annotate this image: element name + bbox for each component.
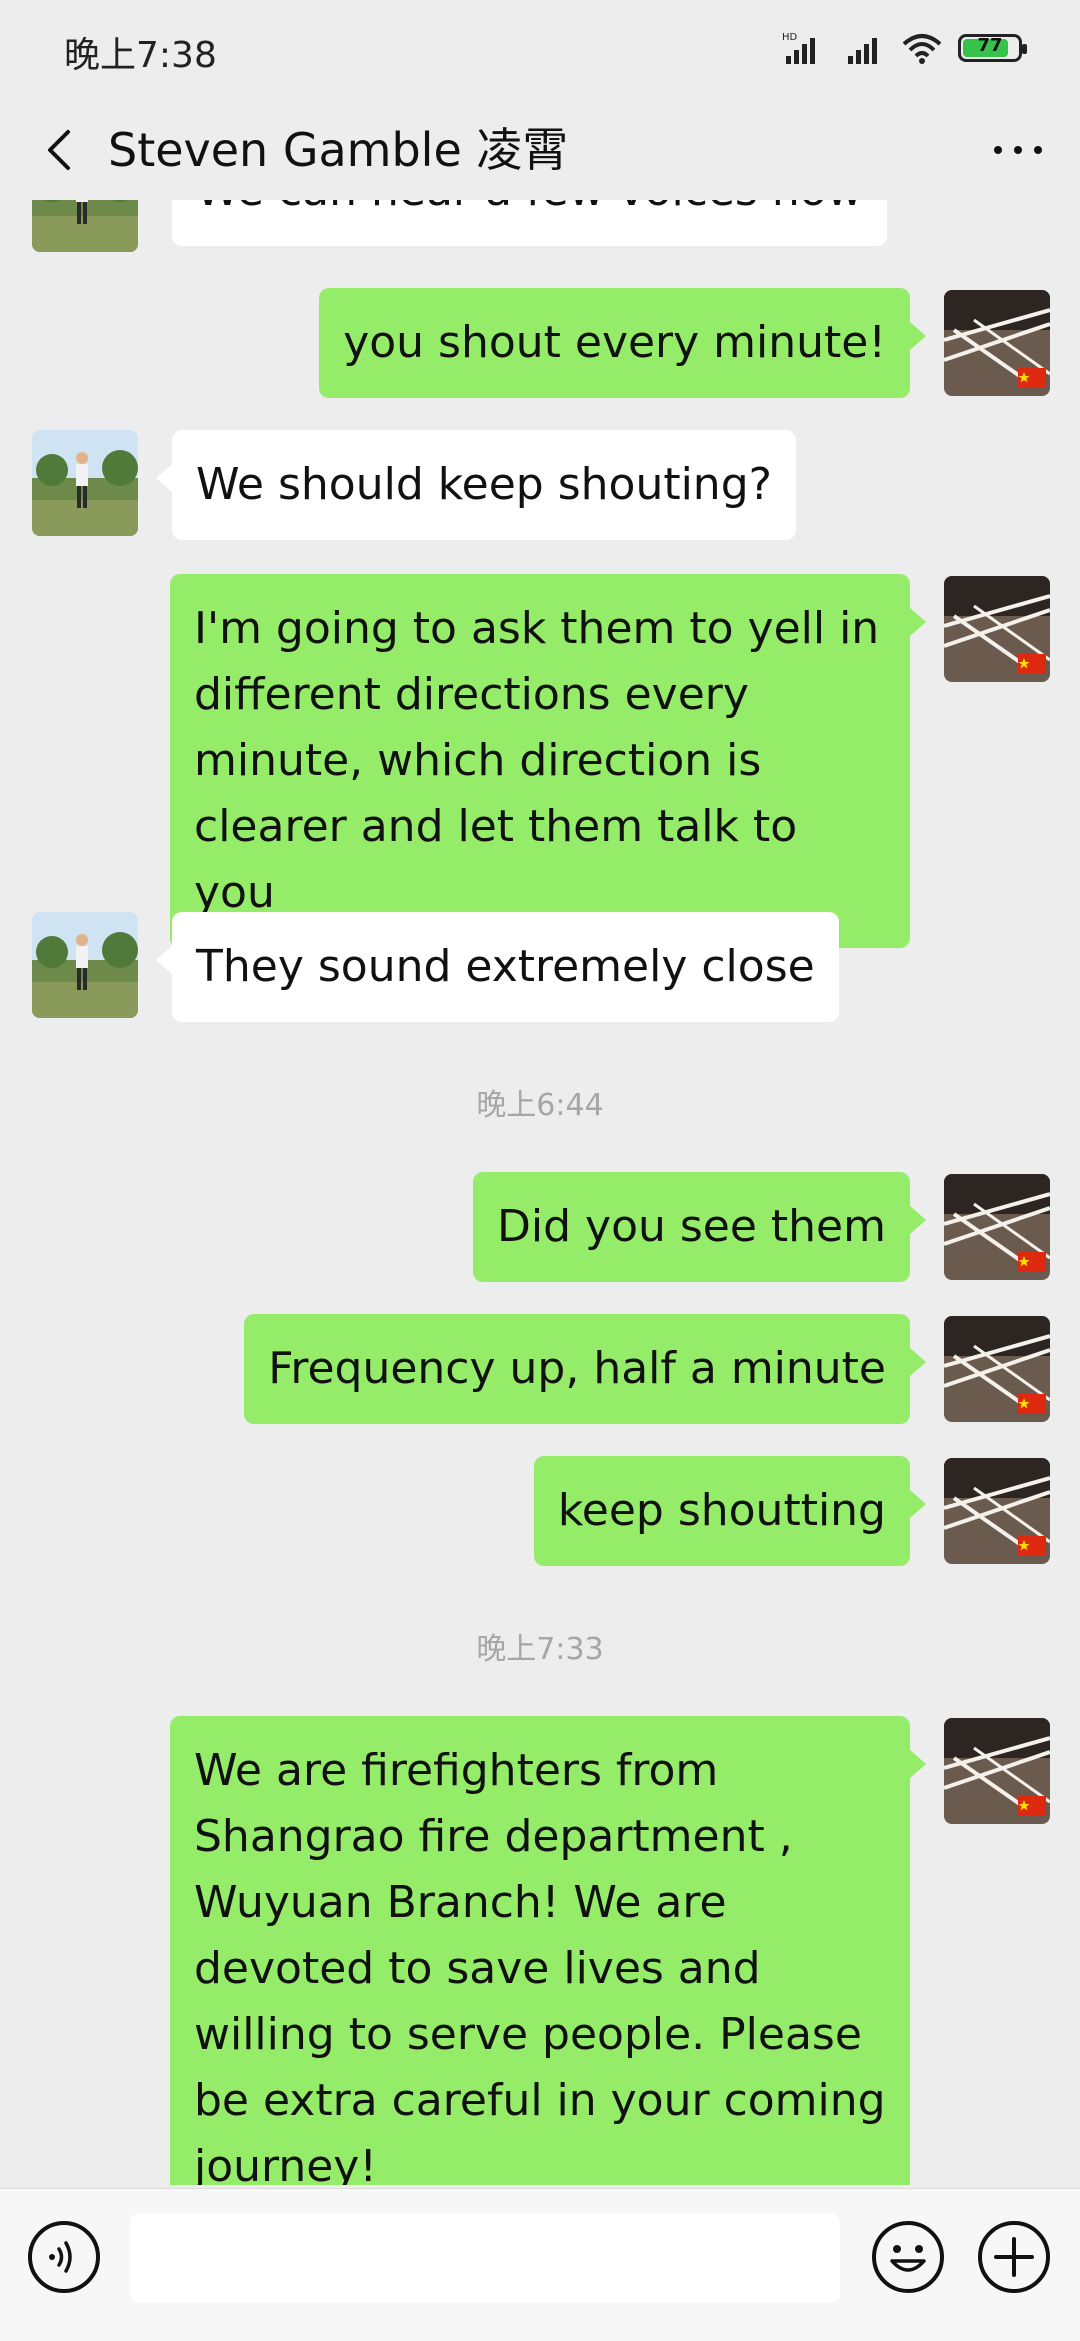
input-bar	[0, 2188, 1080, 2341]
network-label: HD	[782, 32, 798, 43]
avatar-contact[interactable]	[32, 200, 138, 252]
self-avatar-image	[944, 1316, 1050, 1422]
contact-avatar-image	[32, 200, 138, 252]
message-bubble-received[interactable]: We can hear a few voices now	[172, 200, 887, 246]
timestamp: 晚上6:44	[476, 1088, 604, 1123]
message-bubble-received[interactable]: They sound extremely close	[156, 912, 839, 1022]
timestamp: 晚上7:33	[476, 1632, 604, 1667]
emoji-icon	[872, 2221, 944, 2293]
status-icons: HD 77	[782, 28, 1027, 68]
more-functions-button[interactable]	[976, 2219, 1052, 2295]
message-bubble-sent[interactable]: Did you see them	[473, 1172, 926, 1282]
avatar-self[interactable]	[944, 1174, 1050, 1280]
avatar-self[interactable]	[944, 290, 1050, 396]
self-avatar-image	[944, 1458, 1050, 1564]
wifi-icon	[902, 34, 942, 64]
avatar-self[interactable]	[944, 576, 1050, 682]
battery-level: 77	[977, 35, 1003, 56]
contact-avatar-image	[32, 912, 138, 1018]
back-button[interactable]	[30, 118, 94, 182]
status-time: 晚上7:38	[64, 35, 217, 76]
plus-icon	[978, 2221, 1050, 2293]
avatar-self[interactable]	[944, 1458, 1050, 1564]
contact-avatar-image	[32, 430, 138, 536]
self-avatar-image	[944, 576, 1050, 682]
avatar-self[interactable]	[944, 1718, 1050, 1824]
avatar-self[interactable]	[944, 1316, 1050, 1422]
message-bubble-sent[interactable]: I'm going to ask them to yell in differe…	[170, 574, 926, 948]
message-bubble-received[interactable]: We should keep shouting?	[156, 430, 796, 540]
message-bubble-sent[interactable]: you shout every minute!	[319, 288, 926, 398]
signal-icon-2	[848, 38, 877, 64]
chat-title: Steven Gamble 凌霄	[108, 123, 569, 177]
more-options-button[interactable]	[986, 118, 1050, 182]
message-bubble-sent[interactable]: keep shoutting	[533, 1456, 927, 1566]
avatar-contact[interactable]	[32, 430, 138, 536]
more-dots-icon	[994, 146, 1042, 154]
message-bubble-sent[interactable]: Frequency up, half a minute	[244, 1314, 926, 1424]
message-list[interactable]: We can hear a few voices now you shout e…	[0, 200, 1080, 2185]
message-input[interactable]	[130, 2213, 840, 2303]
chat-header: Steven Gamble 凌霄	[0, 100, 1080, 200]
signal-icon: HD	[782, 32, 815, 64]
message-bubble-sent[interactable]: We are firefighters from Shangrao fire d…	[170, 1716, 926, 2185]
avatar-contact[interactable]	[32, 912, 138, 1018]
status-bar: 晚上7:38 HD 77	[0, 0, 1080, 100]
voice-button[interactable]	[26, 2219, 102, 2295]
voice-icon	[28, 2221, 100, 2293]
chevron-left-icon	[48, 130, 70, 170]
self-avatar-image	[944, 1718, 1050, 1824]
self-avatar-image	[944, 1174, 1050, 1280]
emoji-button[interactable]	[870, 2219, 946, 2295]
self-avatar-image	[944, 290, 1050, 396]
battery-icon: 77	[958, 34, 1027, 62]
